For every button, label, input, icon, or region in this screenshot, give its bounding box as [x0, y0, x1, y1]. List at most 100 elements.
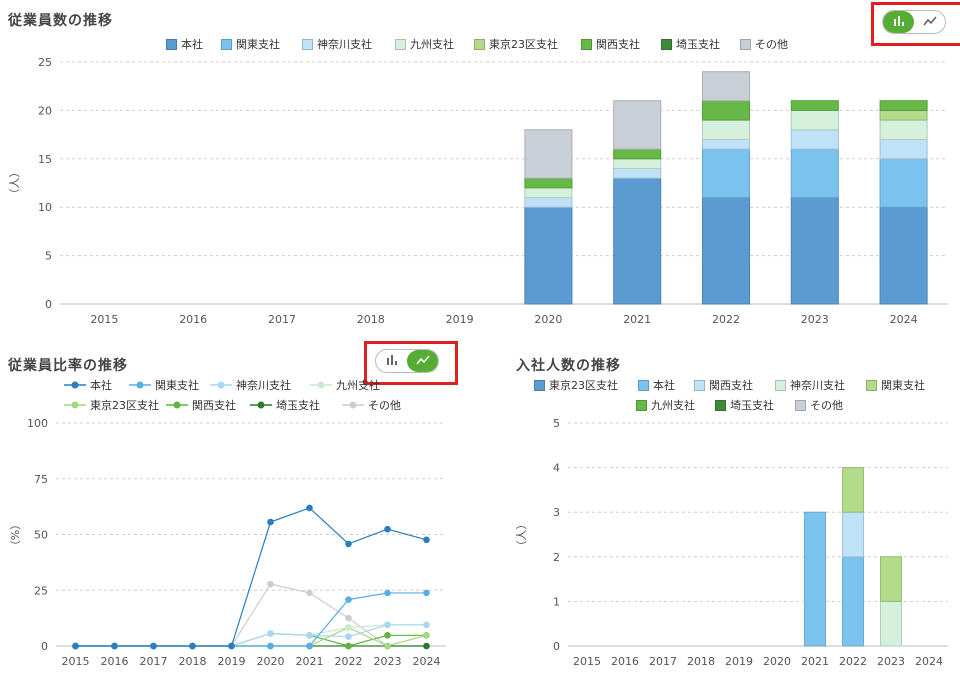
data-point [306, 504, 313, 512]
bar-segment [524, 197, 573, 208]
data-point [267, 518, 274, 526]
y-tick-label: 3 [553, 506, 560, 519]
y-tick-label: 10 [38, 201, 52, 214]
x-tick-label: 2019 [725, 655, 753, 668]
bar-segment [790, 109, 839, 131]
x-tick-label: 2023 [801, 313, 829, 326]
bar-segment [701, 71, 751, 102]
data-point [228, 642, 235, 650]
series-line [75, 624, 427, 647]
y-tick-label: 0 [553, 640, 560, 653]
x-tick-label: 2017 [268, 313, 296, 326]
bar-segment [790, 100, 839, 111]
bar-segment [879, 119, 928, 140]
x-tick-label: 2017 [140, 655, 168, 668]
y-tick-label: 50 [34, 529, 48, 542]
x-tick-label: 2016 [611, 655, 639, 668]
bar-segment [879, 109, 928, 121]
bar-segment [613, 100, 662, 150]
bar-segment [879, 206, 928, 305]
bar-segment [879, 100, 928, 111]
y-axis-label: （%） [9, 519, 22, 551]
bar-segment [701, 197, 751, 305]
y-tick-label: 15 [38, 153, 52, 166]
y-tick-label: 2 [553, 551, 560, 564]
employee-ratio-panel: 従業員比率の推移 本社 関東支社 神奈川支社 九州支社 東京23区支社 関西支社 埼玉支社そ… [0, 341, 480, 681]
data-point [150, 642, 157, 650]
y-axis-label: （人） [515, 519, 528, 552]
x-tick-label: 2020 [257, 655, 285, 668]
x-tick-label: 2018 [179, 655, 207, 668]
bar-segment [790, 129, 839, 150]
y-tick-label: 25 [34, 584, 48, 597]
data-point [423, 621, 430, 629]
new-hires-chart: 0 1 2 3 4 5 （人） 2015 2016 2017 2018 2019 2020 2021 202… [515, 417, 948, 668]
bar-segment [613, 167, 662, 179]
data-point [423, 631, 430, 639]
x-tick-label: 2019 [446, 313, 474, 326]
bar-segment [804, 511, 826, 647]
x-tick-label: 2022 [839, 655, 867, 668]
bar-segment [879, 158, 928, 208]
bar-segment [524, 187, 573, 199]
data-point [267, 642, 274, 650]
data-point [423, 642, 430, 650]
x-tick-label: 2015 [573, 655, 601, 668]
x-tick-label: 2024 [890, 313, 918, 326]
y-tick-label: 5 [45, 250, 52, 263]
bar-segment [613, 158, 662, 169]
data-point [111, 642, 118, 650]
series-line [75, 624, 427, 647]
series-line [75, 592, 427, 647]
bar-segment [613, 177, 662, 305]
data-point [306, 631, 313, 639]
bar-segment [701, 100, 751, 121]
data-point [189, 642, 196, 650]
y-tick-label: 4 [553, 462, 560, 475]
data-point [384, 642, 391, 650]
bar-segment [613, 148, 662, 160]
y-tick-label: 0 [45, 298, 52, 311]
x-tick-label: 2021 [296, 655, 324, 668]
employee-ratio-chart: 0 25 50 75 100 （%） 2015 2016 2017 2018 2019 2020 202… [9, 417, 446, 668]
y-tick-label: 25 [38, 56, 52, 69]
bar-segment [879, 138, 928, 160]
bar-segment [880, 600, 902, 647]
bar-segment [524, 129, 573, 179]
data-point [345, 624, 352, 631]
y-tick-label: 20 [38, 104, 52, 117]
data-point [423, 536, 430, 544]
employee-count-panel: 従業員数の推移 本社 関東支社 神奈川支社 九州支社 東京23区支社 関西支社 埼玉支社 その… [0, 0, 960, 340]
bar-segment [790, 197, 839, 305]
data-point [267, 630, 274, 637]
bar-segment [524, 177, 573, 189]
data-point [384, 621, 391, 629]
data-point [423, 589, 430, 597]
bar-segment [842, 556, 864, 647]
bar-segment [524, 206, 573, 305]
x-tick-label: 2022 [712, 313, 740, 326]
x-tick-label: 2023 [374, 655, 402, 668]
bar-segment [842, 467, 864, 513]
data-point [384, 525, 391, 533]
data-point [306, 642, 313, 650]
data-point [345, 540, 352, 548]
x-tick-label: 2019 [218, 655, 246, 668]
bar-segment [701, 119, 751, 140]
y-tick-label: 75 [34, 473, 48, 486]
bar-segment [701, 148, 751, 199]
x-tick-label: 2020 [534, 313, 562, 326]
y-tick-label: 0 [41, 640, 48, 653]
x-tick-label: 2023 [877, 655, 905, 668]
y-tick-label: 100 [27, 417, 48, 430]
bar-segment [880, 556, 902, 602]
x-tick-label: 2018 [357, 313, 385, 326]
new-hires-panel: 入社人数の推移 東京23区支社 本社 関西支社 神奈川支社 関東支社 九州支社 埼玉支社 その… [510, 345, 960, 681]
data-point [345, 596, 352, 603]
data-point [72, 642, 79, 650]
y-axis-label: （人） [8, 167, 21, 200]
data-point [345, 642, 352, 650]
employee-count-chart: 0 5 10 15 20 25 （人） 2015 2016 2017 2018 2019 2020 202… [8, 56, 948, 326]
x-tick-label: 2016 [101, 655, 129, 668]
x-tick-label: 2015 [90, 313, 118, 326]
